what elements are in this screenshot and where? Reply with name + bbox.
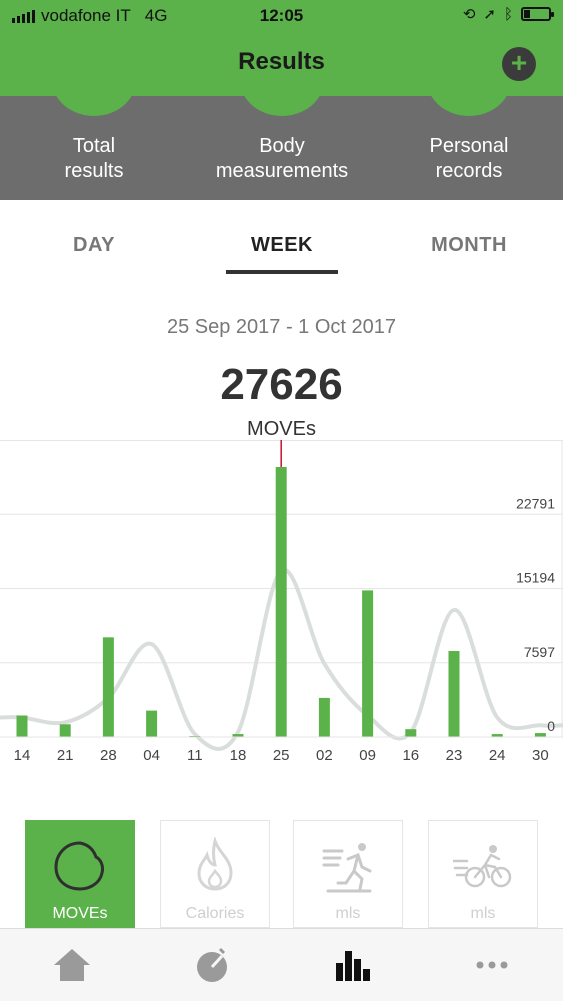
add-button[interactable]: +	[502, 47, 536, 81]
metric-label: mls	[335, 905, 361, 922]
x-tick-label: 04	[143, 747, 160, 764]
tab-week[interactable]: WEEK	[188, 234, 376, 257]
x-tick-label: 14	[14, 747, 31, 764]
category-bubble	[427, 96, 511, 116]
location-icon: ➚	[483, 6, 496, 23]
top-bar: vodafone IT 4G 12:05 ⟲ ➚ ᛒ Results +	[0, 0, 563, 96]
moves-chart[interactable]: 0 7597 15194 22791 14 21 28 04 11 18 25 02 09 16 23 24 3…	[0, 440, 563, 770]
home-icon	[54, 949, 90, 981]
x-tick-label: 24	[489, 747, 506, 764]
category-band: Total results Body measurements Personal…	[0, 96, 563, 200]
tab-day[interactable]: DAY	[0, 234, 188, 257]
category-total-results[interactable]: Total results	[0, 96, 188, 200]
date-range: 25 Sep 2017 - 1 Oct 2017	[166, 316, 397, 338]
metric-label: MOVEs	[52, 905, 108, 922]
status-icons: ⟲ ➚ ᛒ	[462, 5, 554, 23]
metric-card-cycling[interactable]: mls	[428, 820, 538, 928]
tabbar-more[interactable]	[470, 945, 514, 985]
metric-card-running[interactable]: mls	[293, 820, 403, 928]
metric-card-calories[interactable]: Calories	[160, 820, 270, 928]
moves-icon	[54, 841, 104, 891]
metric-label: mls	[470, 905, 496, 922]
x-tick-label: 09	[359, 747, 376, 764]
x-tick-label: 02	[316, 747, 333, 764]
category-body-measurements[interactable]: Body measurements	[188, 96, 376, 200]
chart-bar	[59, 724, 71, 737]
chart-bar	[448, 650, 460, 737]
value-unit: MOVEs	[247, 418, 316, 440]
bluetooth-icon: ᛒ	[503, 5, 513, 23]
x-tick-label: 18	[230, 747, 247, 764]
x-tick-label: 21	[57, 747, 74, 764]
category-bubble	[240, 96, 324, 116]
tab-month[interactable]: MONTH	[375, 234, 563, 257]
status-bar: vodafone IT 4G 12:05 ⟲ ➚ ᛒ	[0, 0, 563, 32]
battery-icon	[521, 7, 554, 21]
x-tick-label: 16	[402, 747, 419, 764]
y-tick-label: 7597	[524, 644, 555, 660]
y-tick-label: 22791	[516, 495, 555, 511]
plus-icon: +	[510, 47, 528, 78]
chart-bar	[318, 697, 330, 737]
category-personal-records[interactable]: Personal records	[375, 96, 563, 200]
rotation-lock-icon: ⟲	[462, 6, 476, 23]
flame-icon	[197, 837, 233, 891]
total-value: 27626	[220, 360, 343, 409]
chart-bar	[362, 590, 374, 737]
y-tick-label: 0	[547, 718, 555, 734]
x-tick-label: 30	[532, 747, 549, 764]
chart-bar	[16, 715, 28, 737]
bottom-tab-bar	[0, 928, 563, 1001]
category-bubble	[52, 96, 136, 116]
x-tick-label: 28	[100, 747, 117, 764]
chart-bar	[534, 733, 546, 737]
page-title: Results	[238, 48, 325, 75]
running-icon	[322, 843, 372, 893]
category-label: Total results	[64, 135, 124, 182]
bar-chart-icon	[336, 951, 370, 981]
category-label: Personal records	[429, 135, 509, 182]
cycling-icon	[453, 845, 512, 888]
y-tick-label: 15194	[516, 570, 555, 586]
chart-bar	[146, 710, 158, 737]
chart-bar	[405, 729, 417, 737]
speedometer-icon	[197, 947, 227, 982]
x-tick-label: 23	[446, 747, 463, 764]
x-tick-label: 11	[187, 747, 203, 764]
category-label: Body measurements	[215, 135, 349, 182]
tabbar-home[interactable]	[50, 945, 94, 985]
metric-cards: MOVEs Calories mls mls	[0, 820, 563, 928]
tabbar-dashboard[interactable]	[190, 945, 234, 985]
metric-label: Calories	[185, 905, 245, 922]
x-tick-label: 25	[273, 747, 290, 764]
chart-bar	[102, 637, 114, 737]
metric-card-moves[interactable]: MOVEs	[25, 820, 135, 928]
tabbar-results[interactable]	[330, 945, 374, 985]
chart-bar	[275, 466, 287, 737]
period-tabs: DAY WEEK MONTH	[0, 200, 563, 280]
active-tab-indicator	[226, 270, 338, 274]
more-icon	[476, 961, 508, 969]
